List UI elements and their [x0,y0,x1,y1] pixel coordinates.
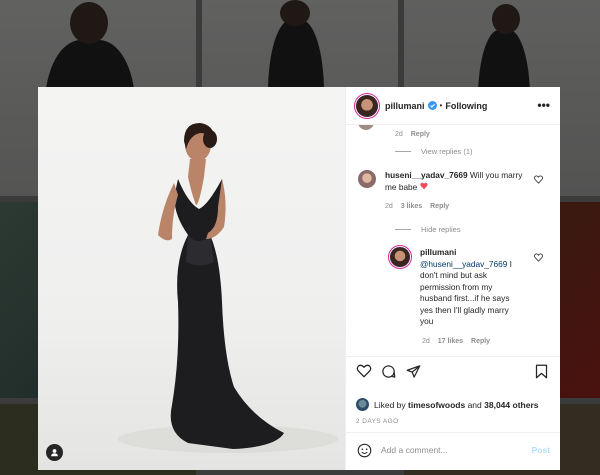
like-comment-heart-icon[interactable] [534,175,543,184]
post-date: 2 DAYS AGO [356,418,399,425]
like-reply-heart-icon[interactable] [534,253,543,262]
comment-time: 2d [385,203,393,210]
liker-avatar[interactable] [356,398,369,411]
user-tag-button[interactable] [46,444,63,461]
heart-icon[interactable] [356,364,372,378]
replier-avatar[interactable] [390,247,410,267]
following-button[interactable]: Following [445,101,487,111]
divider-line [395,229,411,230]
replier-username[interactable]: pillumani [420,247,456,257]
post-header: pillumani • Following ••• [346,87,560,125]
likes-summary[interactable]: Liked by timesofwoods and 38,044 others [356,398,538,411]
hide-replies-label: Hide replies [421,225,461,234]
user-tag-icon [51,449,58,457]
emoji-icon[interactable] [357,443,372,458]
likes-prefix: Liked by [374,399,406,410]
photo-illustration [118,123,338,453]
comments-list[interactable]: 2d Reply View replies (1) huseni__yadav_… [346,125,560,356]
comment-text: huseni__yadav_7669 Will you marry me bab… [385,170,530,193]
author-username[interactable]: pillumani [385,101,425,111]
reply-button[interactable]: Reply [411,131,430,138]
post-modal: pillumani • Following ••• 2d Reply View … [38,87,560,470]
reply-text: pillumani @huseni__yadav_7669 I don't mi… [420,247,516,328]
bookmark-icon[interactable] [535,364,548,379]
hide-replies-button[interactable]: Hide replies [395,225,461,234]
comment-avatar[interactable] [358,125,374,130]
post-actions [346,356,560,384]
reply-item: pillumani @huseni__yadav_7669 I don't mi… [390,247,550,328]
reply-button[interactable]: Reply [430,203,449,210]
view-replies-button[interactable]: View replies (1) [395,147,473,156]
divider-line [395,151,411,152]
add-comment-bar: Post [346,432,560,470]
reply-button[interactable]: Reply [471,338,490,345]
commenter-avatar[interactable] [358,170,376,188]
comment-time: 2d [395,131,403,138]
likes-count[interactable]: 38,044 others [484,400,538,410]
share-icon[interactable] [406,364,421,379]
comment-likes[interactable]: 3 likes [401,203,422,210]
liker-username[interactable]: timesofwoods [408,400,465,410]
verified-badge-icon [427,101,437,110]
reply-meta: 2d 17 likes Reply [422,338,490,345]
comment-item: huseni__yadav_7669 Will you marry me bab… [358,170,548,193]
view-replies-label: View replies (1) [421,147,473,156]
likes-conj: and [467,399,482,410]
comment-meta: 2d Reply [395,131,430,138]
more-options-button[interactable]: ••• [537,98,550,112]
heart-emoji [419,182,428,192]
separator-dot: • [439,101,443,110]
reply-time: 2d [422,338,430,345]
comment-meta: 2d 3 likes Reply [385,203,449,210]
commenter-username[interactable]: huseni__yadav_7669 [385,170,468,180]
post-photo[interactable] [38,87,345,470]
author-avatar[interactable] [356,94,378,117]
comment-input[interactable] [381,445,521,455]
mention-link[interactable]: @huseni__yadav_7669 [420,259,507,269]
post-sidebar: pillumani • Following ••• 2d Reply View … [345,87,560,470]
comment-icon[interactable] [381,364,396,379]
post-comment-button[interactable]: Post [532,445,550,455]
reply-likes[interactable]: 17 likes [438,338,463,345]
